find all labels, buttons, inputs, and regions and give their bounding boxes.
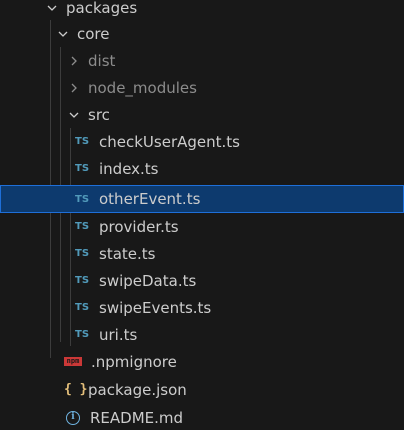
file-label: swipeData.ts xyxy=(99,271,197,290)
file-label: uri.ts xyxy=(99,325,138,344)
typescript-file-icon: TS xyxy=(75,163,90,174)
chevron-right-icon xyxy=(66,53,82,69)
file-label: swipeEvents.ts xyxy=(99,298,212,317)
file-label: provider.ts xyxy=(99,217,179,236)
typescript-file-icon: TS xyxy=(75,136,90,147)
folder-label: packages xyxy=(66,0,138,17)
file-label: otherEvent.ts xyxy=(99,190,201,208)
file-item[interactable]: TS swipeData.ts xyxy=(0,267,404,294)
chevron-right-icon xyxy=(66,80,82,96)
typescript-file-icon: TS xyxy=(75,275,90,286)
typescript-file-icon: TS xyxy=(75,248,90,259)
info-icon: i xyxy=(66,410,80,425)
file-item-selected[interactable]: TS otherEvent.ts xyxy=(0,185,404,213)
file-label: state.ts xyxy=(99,244,156,263)
folder-core[interactable]: core xyxy=(0,20,404,47)
folder-label: src xyxy=(88,105,110,124)
folder-dist[interactable]: dist xyxy=(0,47,404,74)
file-item[interactable]: TS swipeEvents.ts xyxy=(0,294,404,321)
folder-label: dist xyxy=(88,51,116,70)
file-label: README.md xyxy=(90,408,184,427)
npm-icon: npm xyxy=(64,357,82,366)
json-braces-icon: { } xyxy=(64,382,88,397)
file-label: package.json xyxy=(88,380,187,399)
file-npmignore[interactable]: npm .npmignore xyxy=(0,348,404,375)
chevron-down-icon xyxy=(55,26,71,42)
file-explorer-tree: packages core dist node_modules src TS c… xyxy=(0,0,404,430)
chevron-down-icon xyxy=(44,0,60,16)
folder-node-modules[interactable]: node_modules xyxy=(0,74,404,101)
file-label: checkUserAgent.ts xyxy=(99,132,240,151)
typescript-file-icon: TS xyxy=(75,221,90,232)
typescript-file-icon: TS xyxy=(75,193,90,205)
file-item[interactable]: TS state.ts xyxy=(0,240,404,267)
file-label: index.ts xyxy=(99,159,159,178)
chevron-down-icon xyxy=(66,107,82,123)
file-readme[interactable]: i README.md xyxy=(0,404,404,430)
file-item[interactable]: TS provider.ts xyxy=(0,213,404,240)
typescript-file-icon: TS xyxy=(75,302,90,313)
file-item[interactable]: TS checkUserAgent.ts xyxy=(0,128,404,155)
file-package-json[interactable]: { } package.json xyxy=(0,376,404,403)
file-label: .npmignore xyxy=(91,352,177,371)
folder-packages[interactable]: packages xyxy=(0,0,404,21)
folder-label: node_modules xyxy=(88,78,197,97)
folder-src[interactable]: src xyxy=(0,101,404,128)
file-item[interactable]: TS uri.ts xyxy=(0,321,404,348)
typescript-file-icon: TS xyxy=(75,329,90,340)
folder-label: core xyxy=(77,24,110,43)
file-item[interactable]: TS index.ts xyxy=(0,155,404,182)
